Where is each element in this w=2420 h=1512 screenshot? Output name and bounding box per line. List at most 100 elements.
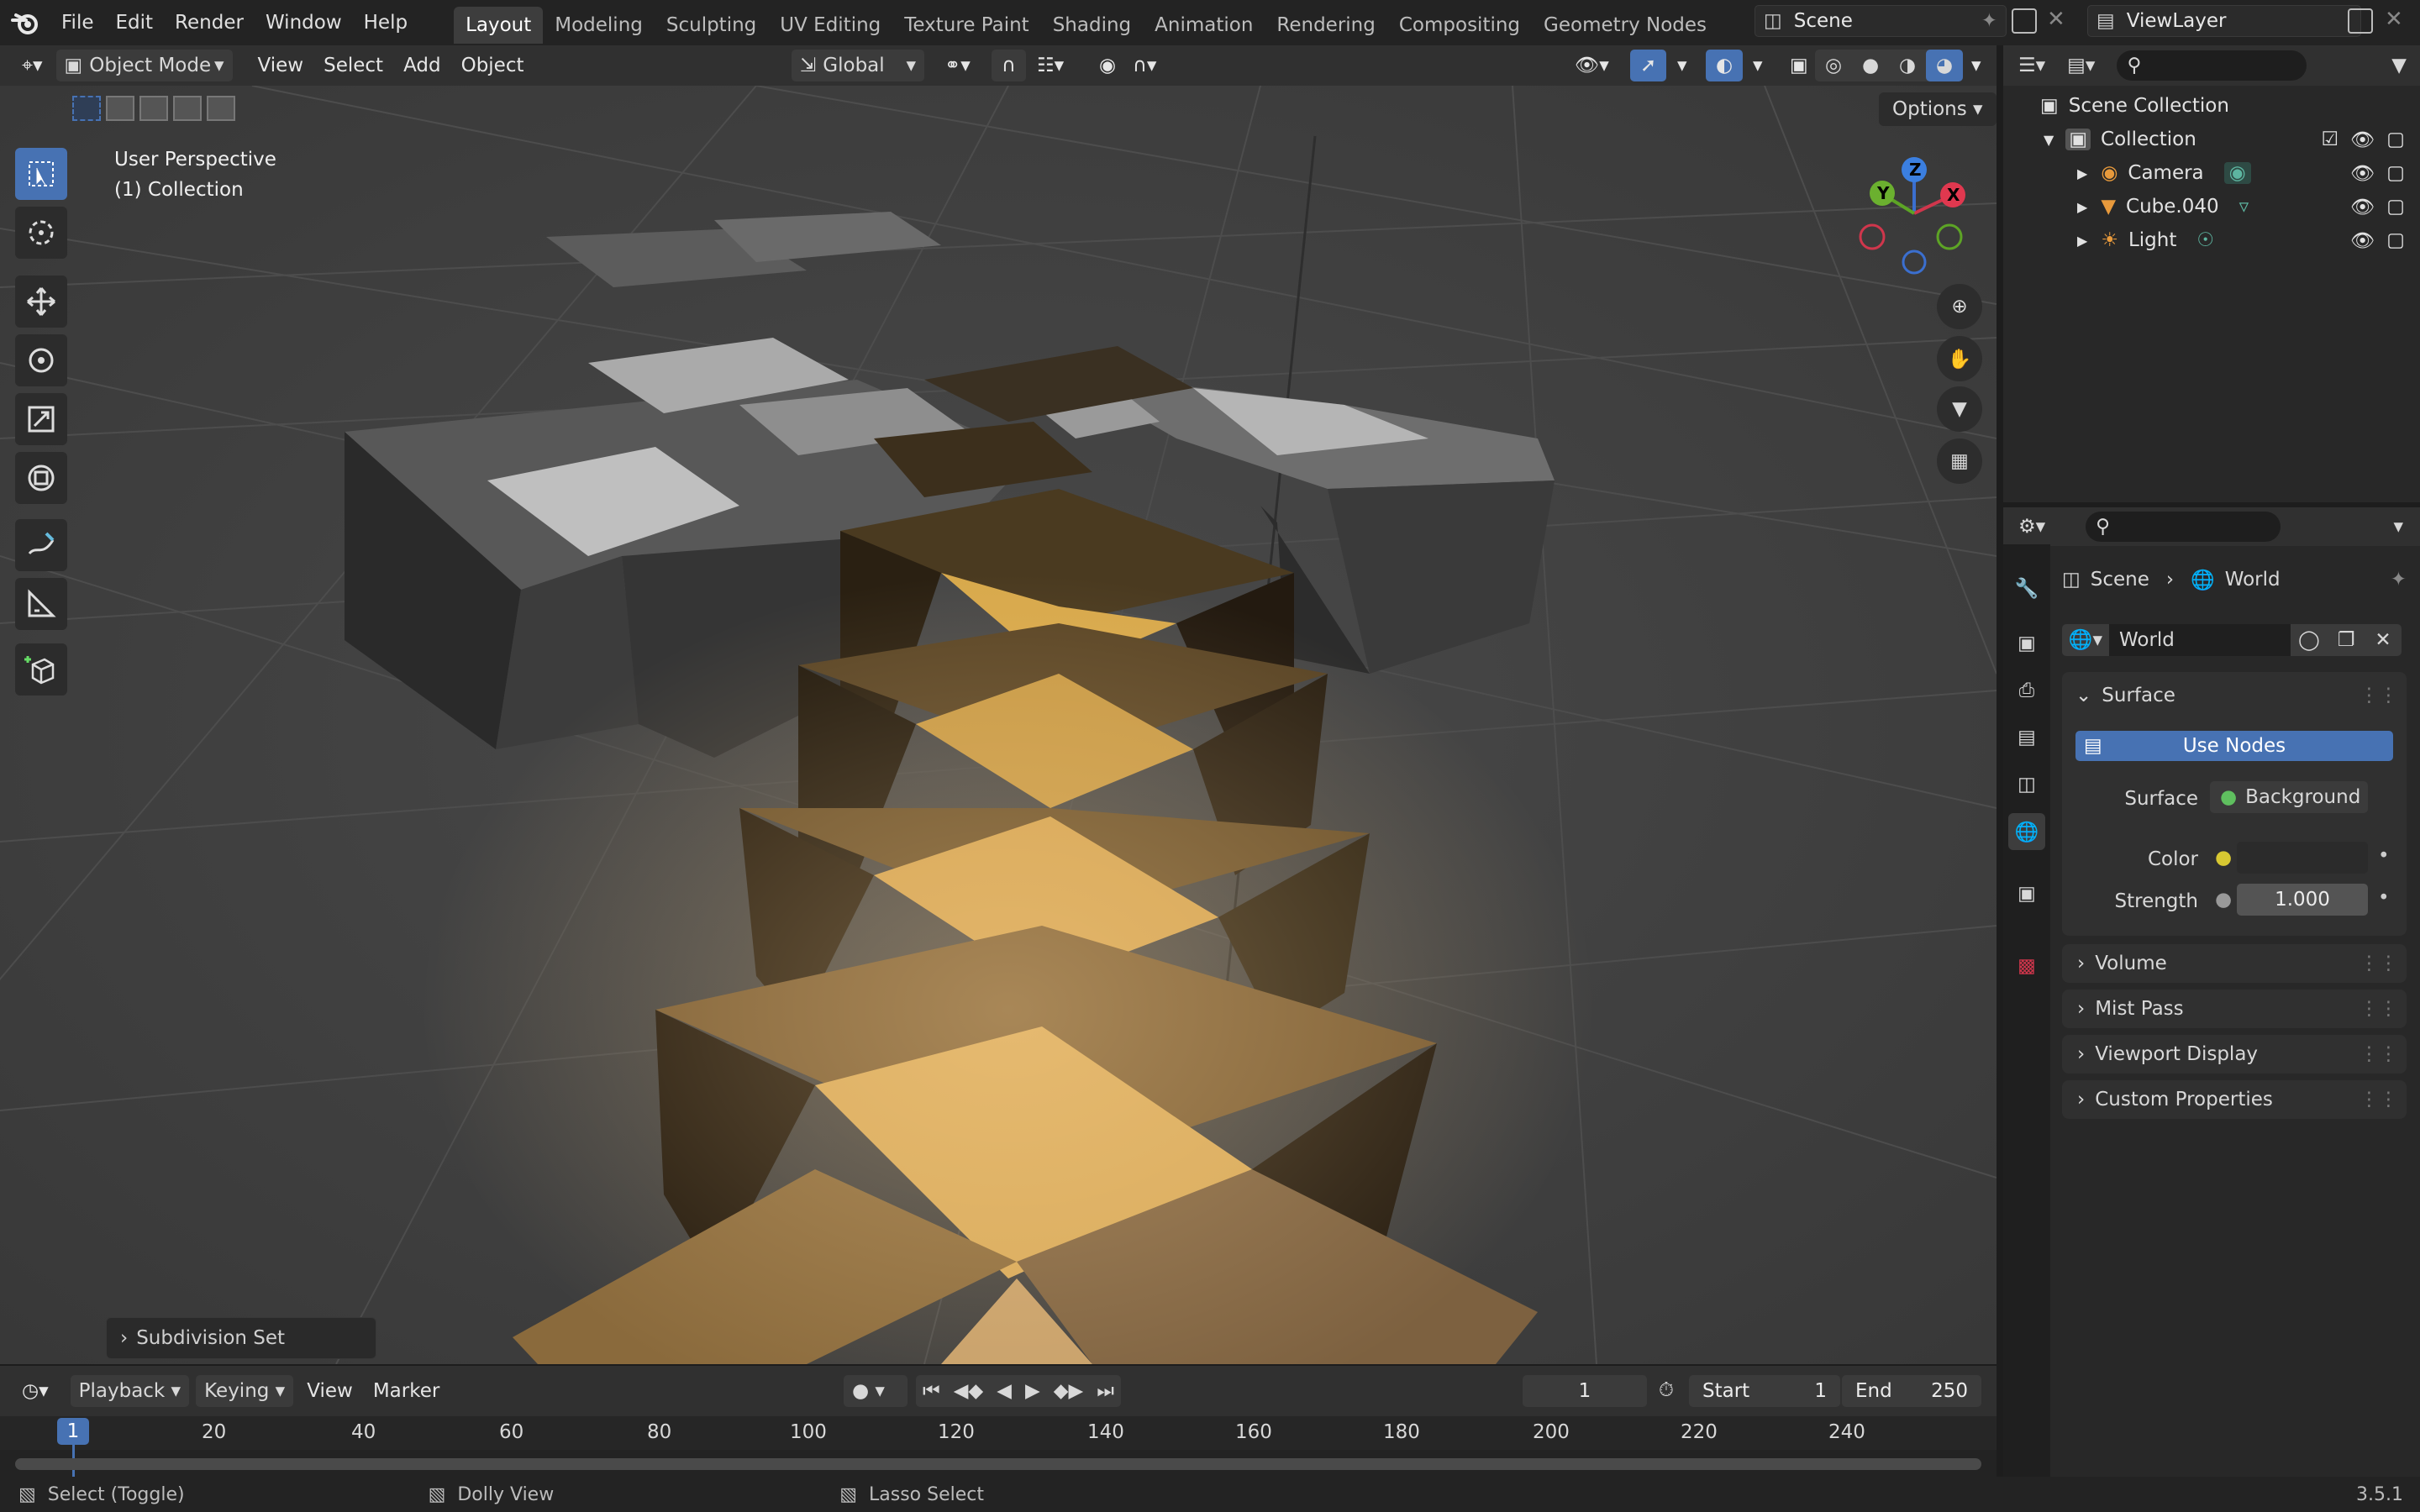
menu-view[interactable]: View [248,50,314,81]
workspace-tab-compositing[interactable]: Compositing [1387,7,1532,44]
pin-icon[interactable]: ✦ [2391,569,2407,591]
properties-search-input[interactable]: ⚲ [2086,512,2281,542]
shading-dropdown-icon[interactable]: ▾ [1961,50,1991,81]
gizmo-dropdown-icon[interactable]: ▾ [1667,50,1697,81]
playback-menu[interactable]: Playback ▾ [70,1375,190,1407]
navigation-gizmo[interactable]: Z Y X [1849,153,1991,296]
timeline-view-menu[interactable]: View [297,1375,363,1407]
pivot-icon[interactable]: ⚭▾ [934,50,981,81]
texture-tab-icon[interactable]: ▩ [2008,948,2045,984]
scene-tab-icon[interactable]: ◫ [2008,766,2045,803]
pin-icon[interactable]: ✦ [1981,10,1997,32]
strength-field[interactable]: 1.000 [2237,884,2368,916]
overlay-dropdown-icon[interactable]: ▾ [1743,50,1773,81]
cursor-tool-icon[interactable] [15,207,67,259]
color-socket-icon[interactable]: ● [2210,842,2237,874]
workspace-tab-animation[interactable]: Animation [1143,7,1265,44]
rendered-shading-icon[interactable]: ◕ [1926,50,1963,81]
workspace-tab-layout[interactable]: Layout [454,7,544,44]
workspace-tab-rendering[interactable]: Rendering [1265,7,1386,44]
strength-socket-icon[interactable]: ● [2210,884,2237,916]
playhead[interactable]: 1 [57,1418,89,1445]
proportional-edit-icon[interactable]: ◉ [1089,50,1126,81]
menu-file[interactable]: File [50,0,105,45]
filter-icon[interactable]: ▼ [2391,55,2407,76]
marker-menu[interactable]: Marker [363,1375,450,1407]
render-camera-icon[interactable]: ▢ [2386,196,2405,218]
current-frame-field[interactable]: 1 [1523,1375,1647,1407]
options-button[interactable]: Options ▾ [1879,92,1996,126]
workspace-tab-geometry-nodes[interactable]: Geometry Nodes [1532,7,1718,44]
mode-selector[interactable]: ▣ Object Mode ▾ [55,50,233,81]
world-browse-icon[interactable]: 🌐▾ [2062,624,2109,656]
viewport-display-panel[interactable]: › Viewport Display ⋮⋮ [2062,1035,2407,1074]
blender-logo-icon[interactable] [0,0,50,45]
xray-icon[interactable]: ▣ [1780,50,1818,81]
solid-shading-icon[interactable]: ● [1852,50,1889,81]
menu-object[interactable]: Object [451,50,534,81]
select-extend-icon[interactable] [106,96,134,121]
scale-tool-icon[interactable] [15,393,67,445]
overlay-toggle-icon[interactable]: ◐ [1706,50,1744,81]
annotate-tool-icon[interactable] [15,519,67,571]
view-layer-selector[interactable]: ▤ ViewLayer [2087,5,2361,37]
surface-shader-selector[interactable]: ● Background [2210,781,2368,813]
menu-render[interactable]: Render [164,0,255,45]
expand-arrow-icon[interactable]: ▶ [2077,233,2087,249]
render-camera-icon[interactable]: ▢ [2386,229,2405,251]
menu-add[interactable]: Add [393,50,451,81]
end-frame-field[interactable]: End 250 [1842,1375,1981,1407]
fake-user-icon[interactable]: ◯ [2291,624,2328,656]
outliner-item-cube[interactable]: ▶ ▼ Cube.040 ▿ 👁 ▢ [2003,190,2420,223]
mist-pass-panel[interactable]: › Mist Pass ⋮⋮ [2062,990,2407,1028]
drag-handle-icon[interactable]: ⋮⋮ [2360,1043,2398,1065]
keyframe-dot-icon[interactable]: • [2378,887,2390,909]
scene-selector[interactable]: ◫ Scene ✦ [1754,5,2007,37]
visibility-eye-icon[interactable]: 👁 [2350,229,2375,252]
use-nodes-button[interactable]: ▤ Use Nodes [2075,731,2393,761]
chevron-down-icon[interactable]: ▾ [2393,516,2403,538]
render-camera-icon[interactable]: ▢ [2386,162,2405,184]
timeline-editor-icon[interactable]: ◷▾ [12,1375,59,1407]
select-intersect-icon[interactable] [207,96,235,121]
workspace-tab-shading[interactable]: Shading [1041,7,1143,44]
operator-panel[interactable]: › Subdivision Set [106,1317,376,1359]
perspective-toggle-icon[interactable]: ▦ [1937,438,1982,484]
drag-handle-icon[interactable]: ⋮⋮ [2360,685,2398,706]
new-view-layer-icon[interactable] [2348,8,2373,34]
world-tab-icon[interactable]: 🌐 [2008,813,2045,850]
timeline-body[interactable]: 1 20 40 60 80 100 120 140 160 180 200 22… [0,1416,1996,1477]
color-swatch[interactable] [2237,842,2368,874]
material-shading-icon[interactable]: ◑ [1889,50,1926,81]
outliner-item-camera[interactable]: ▶ ◉ Camera ◉ 👁 ▢ [2003,156,2420,190]
delete-view-layer-icon[interactable]: ✕ [2385,7,2403,32]
outliner-editor-icon[interactable]: ☰▾ [2018,55,2045,76]
snap-target-icon[interactable]: ☷▾ [1027,50,1074,81]
add-cube-tool-icon[interactable] [15,643,67,696]
auto-keying-toggle[interactable]: ● ▾ [844,1375,908,1407]
outliner-search-input[interactable]: ⚲ [2117,50,2307,81]
tool-tab-icon[interactable]: 🔧 [2008,570,2045,606]
measure-tool-icon[interactable] [15,578,67,630]
select-subtract-icon[interactable] [139,96,168,121]
visibility-eye-icon[interactable]: 👁 [2350,129,2375,151]
workspace-tab-sculpting[interactable]: Sculpting [655,7,768,44]
workspace-tab-modeling[interactable]: Modeling [543,7,655,44]
duplicate-icon[interactable]: ❐ [2328,624,2365,656]
next-keyframe-icon[interactable]: ◆▶ [1054,1380,1083,1402]
editor-type-icon[interactable]: ⌖▾ [12,50,53,81]
keying-menu[interactable]: Keying ▾ [196,1375,294,1407]
gizmo-toggle-icon[interactable]: ➚ [1630,50,1667,81]
expand-arrow-icon[interactable]: ▶ [2077,199,2087,215]
workspace-tab-texture-paint[interactable]: Texture Paint [892,7,1040,44]
new-scene-icon[interactable] [2012,8,2037,34]
drag-handle-icon[interactable]: ⋮⋮ [2360,1089,2398,1110]
prev-keyframe-icon[interactable]: ◀◆ [954,1380,983,1402]
outliner-collection[interactable]: ▼ ▣ Collection ☑ 👁 ▢ [2003,123,2420,156]
transform-tool-icon[interactable] [15,452,67,504]
properties-editor-icon[interactable]: ⚙▾ [2018,516,2045,538]
menu-edit[interactable]: Edit [105,0,165,45]
volume-panel[interactable]: › Volume ⋮⋮ [2062,944,2407,983]
camera-data-icon[interactable]: ◉ [2223,162,2251,184]
select-invert-icon[interactable] [173,96,202,121]
